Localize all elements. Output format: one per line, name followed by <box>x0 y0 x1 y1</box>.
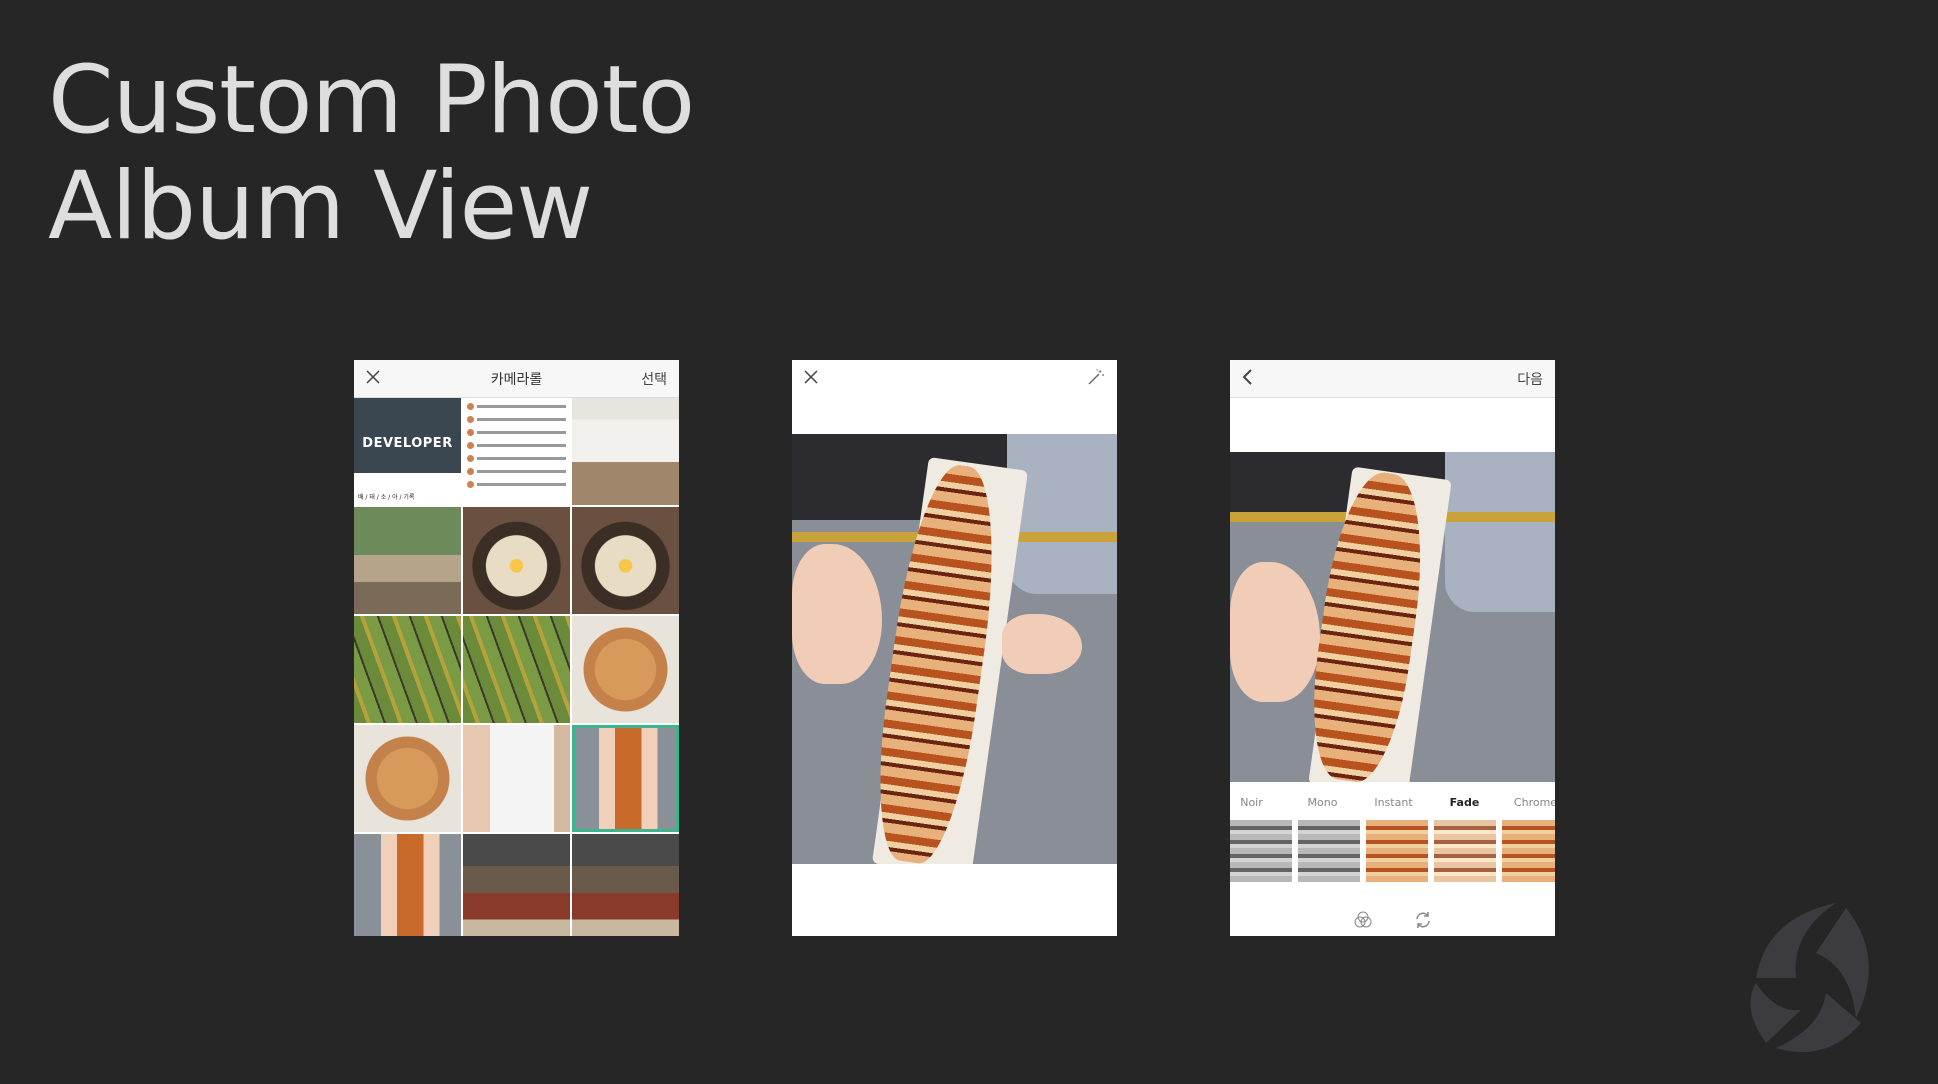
thumbnail-caption: DEVELOPER <box>362 436 453 451</box>
filter-editor-screen: 다음 Noir Mono Instant Fade Chrome <box>1230 360 1555 936</box>
list-row <box>467 479 566 489</box>
list-row <box>467 466 566 476</box>
text-line <box>477 443 566 447</box>
close-button[interactable] <box>804 370 818 388</box>
next-button[interactable]: 다음 <box>1517 369 1543 389</box>
photo-thumbnail[interactable] <box>463 834 570 936</box>
text-line <box>477 430 566 434</box>
filter-label-noir[interactable]: Noir <box>1230 796 1287 809</box>
select-button[interactable]: 선택 <box>641 369 667 389</box>
editor-photo <box>1230 452 1555 782</box>
photo-coat <box>1445 452 1555 612</box>
photo-thumbnail[interactable] <box>463 616 570 723</box>
filter-thumbnail-mono[interactable] <box>1298 820 1360 882</box>
photo-hand <box>792 544 882 684</box>
filter-label-fade[interactable]: Fade <box>1429 796 1500 809</box>
list-row <box>467 401 566 411</box>
filter-label-chrome[interactable]: Chrome <box>1500 796 1555 809</box>
avatar-dot <box>467 415 474 423</box>
camera-roll-title: 카메라롤 <box>490 371 543 388</box>
photo-thumbnail[interactable] <box>354 616 461 723</box>
slide-title-line-1: Custom Photo <box>48 46 695 155</box>
photo-hand <box>1230 562 1320 702</box>
text-line <box>477 417 566 421</box>
back-button[interactable] <box>1242 368 1254 389</box>
editor-navbar: 다음 <box>1230 360 1555 398</box>
photo-thumbnail[interactable] <box>572 398 679 505</box>
editor-tool-row <box>1230 910 1555 934</box>
filter-label-row: Noir Mono Instant Fade Chrome <box>1230 796 1555 809</box>
filter-thumbnail-chrome[interactable] <box>1502 820 1555 882</box>
slide-title: Custom Photo Album View <box>48 46 695 261</box>
filter-thumbnail-instant[interactable] <box>1366 820 1428 882</box>
photo-thumbnail[interactable] <box>572 725 679 832</box>
camera-roll-navbar: 카메라롤 선택 <box>354 360 679 398</box>
preview-photo <box>792 434 1117 864</box>
text-line <box>477 404 566 408</box>
magic-wand-icon <box>1088 369 1104 385</box>
filter-label-instant[interactable]: Instant <box>1358 796 1429 809</box>
avatar-dot <box>467 454 474 462</box>
filter-thumbnail-row <box>1230 820 1555 882</box>
avatar-dot <box>467 402 474 410</box>
close-icon <box>366 369 380 384</box>
avatar-dot <box>467 467 474 475</box>
photo-thumbnail[interactable]: DEVELOPER 배 / 태 / 소 / 아 / 기록 <box>354 398 461 505</box>
filter-circles-icon <box>1354 911 1371 928</box>
rotate-tool-button[interactable] <box>1413 910 1433 934</box>
photo-thumbnail[interactable] <box>354 834 461 936</box>
photo-thumbnail[interactable] <box>463 507 570 614</box>
list-row <box>467 440 566 450</box>
list-row <box>467 427 566 437</box>
photo-thumbnail[interactable] <box>463 398 570 505</box>
filter-tool-button[interactable] <box>1353 910 1373 934</box>
photo-hand-thumb <box>1002 614 1082 674</box>
close-icon <box>804 370 818 384</box>
avatar-dot <box>467 480 474 488</box>
back-chevron-icon <box>1242 368 1252 385</box>
photo-thumbnail[interactable] <box>354 507 461 614</box>
list-row <box>467 453 566 463</box>
list-row <box>467 414 566 424</box>
thumbnail-subcaption: 배 / 태 / 소 / 아 / 기록 <box>358 494 415 501</box>
filter-label-mono[interactable]: Mono <box>1287 796 1358 809</box>
photo-grid: DEVELOPER 배 / 태 / 소 / 아 / 기록 <box>354 398 679 936</box>
text-line <box>477 456 566 460</box>
preview-navbar <box>792 360 1117 398</box>
text-line <box>477 482 566 486</box>
photo-thumbnail[interactable] <box>354 725 461 832</box>
photo-preview-screen <box>792 360 1117 936</box>
magic-wand-button[interactable] <box>1087 368 1105 390</box>
avatar-dot <box>467 428 474 436</box>
slide-title-line-2: Album View <box>48 152 593 261</box>
filter-thumbnail-fade[interactable] <box>1434 820 1496 882</box>
aperture-logo-icon <box>1750 903 1869 1053</box>
photo-coat <box>1007 434 1117 594</box>
photo-thumbnail[interactable] <box>572 507 679 614</box>
camera-roll-screen: 카메라롤 선택 DEVELOPER 배 / 태 / 소 / 아 / 기록 <box>354 360 679 936</box>
photo-thumbnail[interactable] <box>463 725 570 832</box>
close-button[interactable] <box>366 369 380 388</box>
photo-thumbnail[interactable] <box>572 616 679 723</box>
avatar-dot <box>467 441 474 449</box>
rotate-icon <box>1415 912 1430 928</box>
filter-thumbnail-noir[interactable] <box>1230 820 1292 882</box>
text-line <box>477 469 566 473</box>
photo-thumbnail[interactable] <box>572 834 679 936</box>
